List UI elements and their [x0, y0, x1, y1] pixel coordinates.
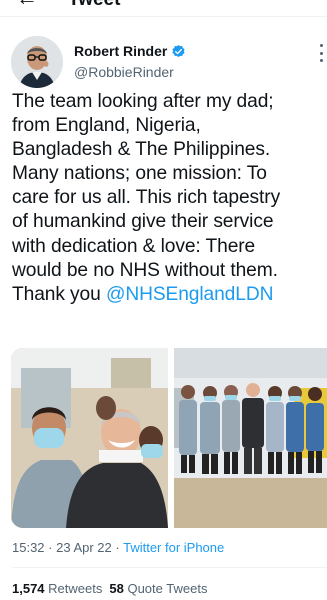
- verified-badge-icon: [172, 44, 185, 57]
- meta-divider: [12, 567, 327, 568]
- quotes-count: 58: [109, 581, 124, 596]
- photo-group[interactable]: [174, 348, 327, 528]
- tweet-line: Many nations; one mission: To: [12, 163, 267, 185]
- thank-you-text: Thank you: [12, 283, 106, 305]
- photo-selfie[interactable]: [11, 348, 168, 528]
- arrow-left-icon[interactable]: ←: [16, 0, 38, 9]
- tweet-meta: 15:32 · 23 Apr 22 · Twitter for iPhone: [12, 540, 224, 555]
- tweet-time[interactable]: 15:32: [12, 540, 45, 555]
- tweet-line: with dedication & love: There: [12, 235, 256, 257]
- mention-link[interactable]: @NHSEnglandLDN: [106, 284, 273, 305]
- tweet-source[interactable]: Twitter for iPhone: [123, 540, 224, 555]
- tweet-line: The team looking after my dad;: [12, 91, 274, 112]
- meta-separator: ·: [111, 540, 124, 555]
- retweets-label: Retweets: [48, 581, 103, 596]
- retweets-stat[interactable]: 1,574 Retweets: [12, 581, 102, 596]
- author-name[interactable]: Robert Rinder: [74, 43, 167, 59]
- group-image: [174, 348, 327, 528]
- meta-separator: ·: [44, 540, 57, 555]
- tweet-line-last: Thank you @NHSEnglandLDN: [12, 283, 324, 307]
- top-bar: ← Tweet: [0, 0, 327, 17]
- tweet-line: of humankind give their service: [12, 211, 274, 233]
- tweet-stats: 1,574 Retweets 58 Quote Tweets: [12, 581, 207, 596]
- retweets-count: 1,574: [12, 581, 45, 596]
- tweet-line: Bangladesh & The Philippines.: [12, 139, 271, 161]
- page-title: Tweet: [68, 0, 120, 10]
- selfie-image: [11, 348, 168, 528]
- author-name-row[interactable]: Robert Rinder: [74, 43, 186, 59]
- tweet-date[interactable]: 23 Apr 22: [56, 540, 112, 555]
- avatar[interactable]: [11, 36, 63, 88]
- quotes-label: Quote Tweets: [127, 581, 208, 596]
- header-divider: [0, 16, 327, 17]
- tweet-line: care for us all. This rich tapestry: [12, 187, 281, 209]
- tweet-line: from England, Nigeria,: [12, 115, 201, 137]
- quote-tweets-stat[interactable]: 58 Quote Tweets: [109, 581, 207, 596]
- tweet-media: [11, 348, 327, 528]
- more-options-icon[interactable]: [318, 44, 324, 62]
- tweet-text: The team looking after my dad; from Engl…: [12, 90, 324, 307]
- author-handle[interactable]: @RobbieRinder: [74, 64, 174, 80]
- tweet-line: would be no NHS without them.: [12, 259, 278, 281]
- avatar-image: [11, 36, 63, 88]
